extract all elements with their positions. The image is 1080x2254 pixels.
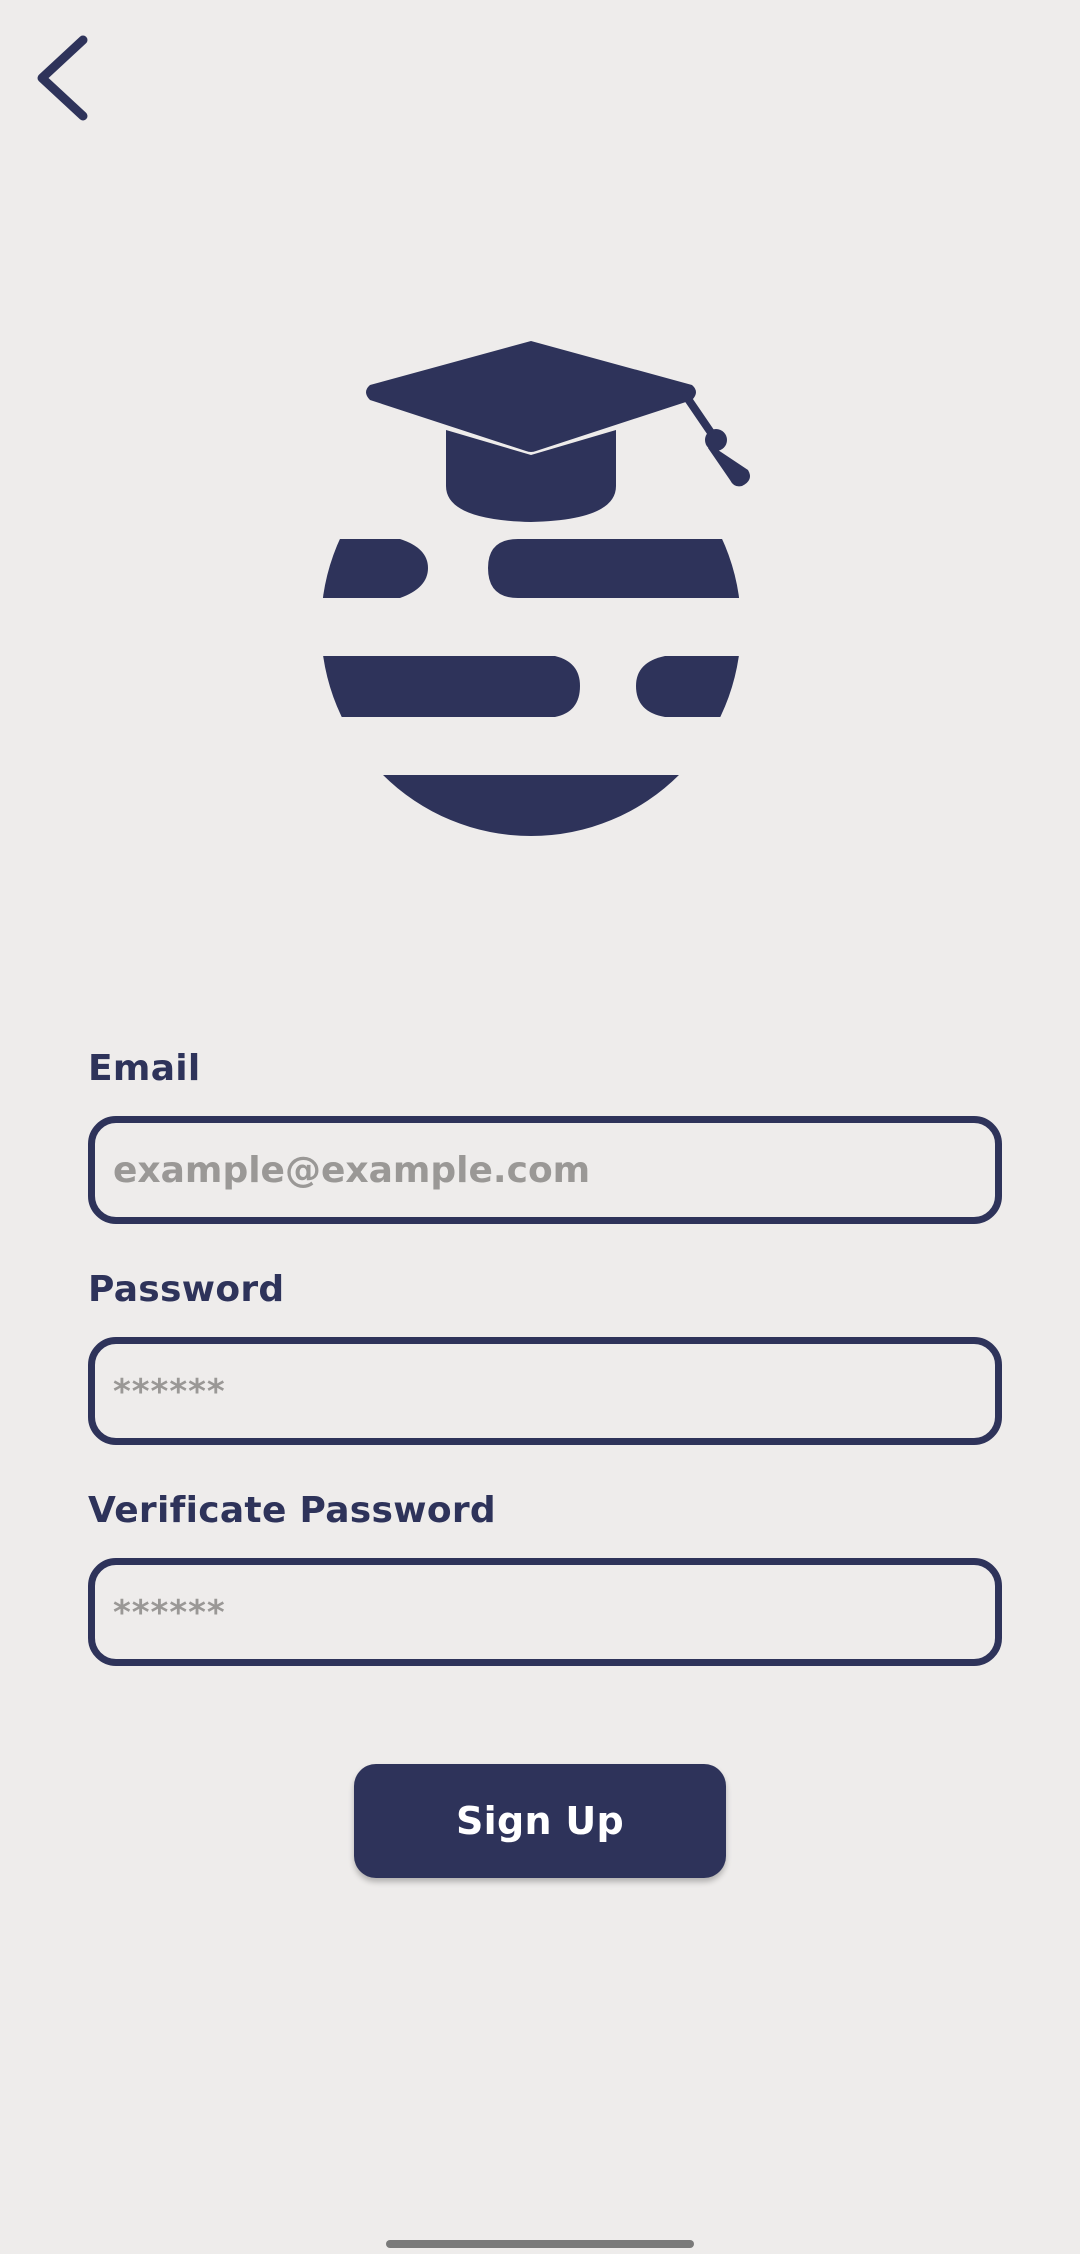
email-field[interactable]	[95, 1123, 995, 1217]
sign-up-label: Sign Up	[455, 1799, 625, 1843]
app-logo	[300, 320, 780, 840]
sign-up-button[interactable]: Sign Up	[354, 1764, 726, 1878]
graduation-cap-globe-logo	[321, 341, 750, 836]
back-button[interactable]	[28, 28, 100, 128]
verify-password-field-container	[88, 1558, 1002, 1666]
password-field-container	[88, 1337, 1002, 1445]
home-indicator[interactable]	[386, 2240, 694, 2248]
password-field[interactable]	[95, 1344, 995, 1438]
email-field-container	[88, 1116, 1002, 1224]
chevron-left-icon	[37, 35, 88, 121]
email-label: Email	[88, 1048, 201, 1089]
password-label: Password	[88, 1269, 285, 1310]
verify-password-label: Verificate Password	[88, 1490, 496, 1531]
verify-password-field[interactable]	[95, 1565, 995, 1659]
